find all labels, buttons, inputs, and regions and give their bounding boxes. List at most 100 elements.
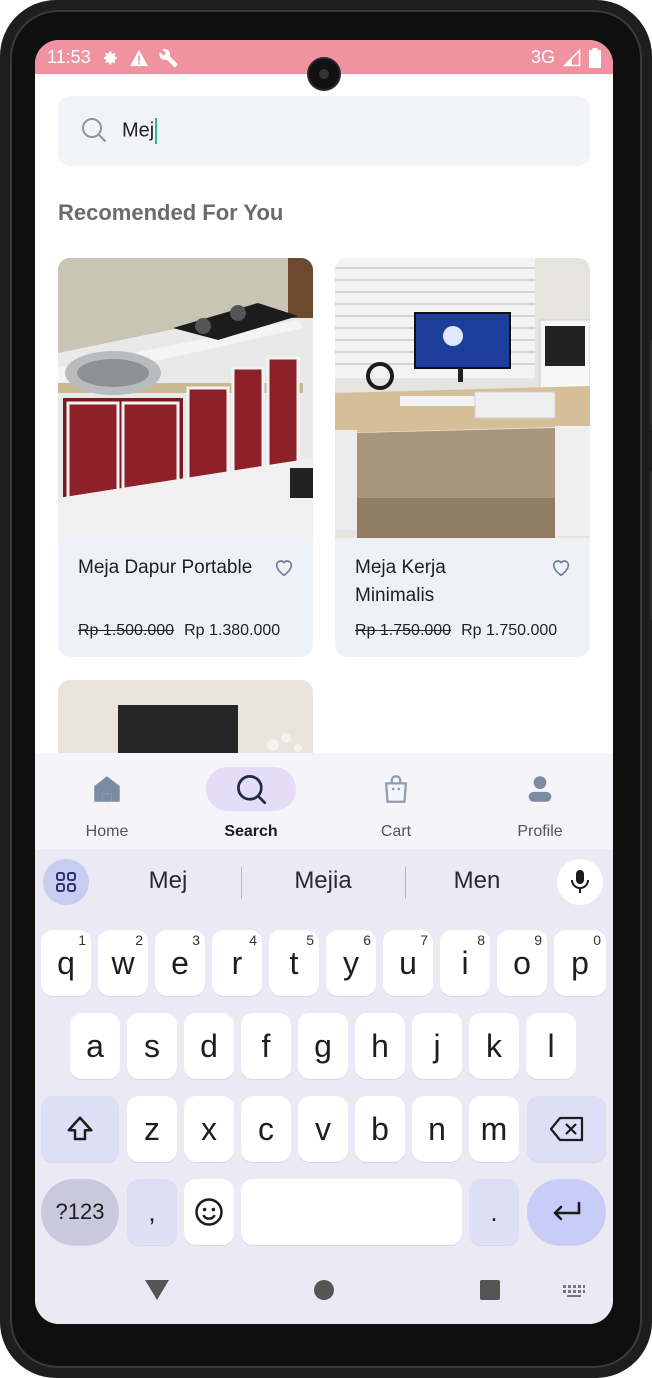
shopping-bag-icon bbox=[384, 775, 408, 803]
apps-grid-icon[interactable] bbox=[43, 859, 89, 905]
key-i[interactable]: i8 bbox=[440, 930, 490, 996]
search-text: Mej bbox=[122, 119, 155, 142]
search-icon bbox=[80, 116, 108, 149]
key-letter: t bbox=[289, 944, 299, 981]
sale-price: Rp 1.380.000 bbox=[184, 622, 281, 639]
product-name: Meja Dapur Portable bbox=[78, 557, 253, 578]
bottom-navigation: Home Search Cart Profile bbox=[35, 753, 613, 849]
person-icon bbox=[528, 776, 552, 802]
nav-profile[interactable]: Profile bbox=[480, 753, 600, 849]
heart-icon[interactable] bbox=[273, 556, 295, 583]
key-number-hint: 6 bbox=[363, 932, 371, 948]
key-letter: i bbox=[461, 944, 469, 981]
signal-icon bbox=[563, 48, 581, 66]
key-x[interactable]: x bbox=[184, 1096, 234, 1162]
recents-icon[interactable] bbox=[480, 1280, 500, 1300]
back-icon[interactable] bbox=[145, 1280, 169, 1300]
key-number-hint: 3 bbox=[192, 932, 200, 948]
key-t[interactable]: t5 bbox=[269, 930, 319, 996]
suggestion-3[interactable]: Men bbox=[407, 867, 547, 895]
app-screen: 11:53 3G Mej Recomended For You Meja Dap… bbox=[35, 40, 613, 1324]
key-g[interactable]: g bbox=[298, 1013, 348, 1079]
nav-cart-label: Cart bbox=[380, 823, 412, 840]
emoji-key[interactable] bbox=[184, 1179, 234, 1245]
key-f[interactable]: f bbox=[241, 1013, 291, 1079]
sale-price: Rp 1.750.000 bbox=[461, 622, 558, 639]
original-price: Rp 1.500.000 bbox=[78, 622, 175, 639]
suggestion-2[interactable]: Mejia bbox=[253, 867, 393, 895]
key-letter: q bbox=[57, 944, 75, 981]
product-name: Meja Kerja Minimalis bbox=[355, 557, 446, 606]
key-v[interactable]: v bbox=[298, 1096, 348, 1162]
product-image-work-desk bbox=[335, 258, 590, 538]
key-u[interactable]: u7 bbox=[383, 930, 433, 996]
key-z[interactable]: z bbox=[127, 1096, 177, 1162]
backspace-key[interactable] bbox=[527, 1096, 606, 1162]
key-r[interactable]: r4 bbox=[212, 930, 262, 996]
key-b[interactable]: b bbox=[355, 1096, 405, 1162]
key-l[interactable]: l bbox=[526, 1013, 576, 1079]
key-d[interactable]: d bbox=[184, 1013, 234, 1079]
nav-cart[interactable]: Cart bbox=[336, 753, 456, 849]
symbols-key[interactable]: ?123 bbox=[41, 1179, 119, 1245]
space-key[interactable] bbox=[241, 1179, 462, 1245]
shift-key[interactable] bbox=[41, 1096, 119, 1162]
home-circle-icon[interactable] bbox=[314, 1280, 334, 1300]
product-card[interactable]: Meja Dapur Portable Rp 1.500.000 Rp 1.380… bbox=[58, 258, 313, 657]
original-price: Rp 1.750.000 bbox=[355, 622, 452, 639]
keyboard-switch-icon[interactable] bbox=[562, 1284, 586, 1298]
enter-icon bbox=[553, 1201, 580, 1221]
shift-icon bbox=[67, 1116, 93, 1141]
product-prices: Rp 1.750.000 Rp 1.750.000 bbox=[355, 622, 557, 640]
suggestion-1[interactable]: Mej bbox=[98, 867, 238, 895]
key-number-hint: 1 bbox=[78, 932, 86, 948]
heart-icon[interactable] bbox=[550, 556, 572, 583]
key-letter: r bbox=[231, 944, 243, 981]
warning-icon bbox=[129, 49, 148, 66]
enter-key[interactable] bbox=[527, 1179, 606, 1245]
key-p[interactable]: p0 bbox=[554, 930, 606, 996]
key-y[interactable]: y6 bbox=[326, 930, 376, 996]
key-a[interactable]: a bbox=[70, 1013, 120, 1079]
key-number-hint: 5 bbox=[306, 932, 314, 948]
nav-home[interactable]: Home bbox=[47, 753, 167, 849]
key-m[interactable]: m bbox=[469, 1096, 519, 1162]
status-time: 11:53 bbox=[47, 47, 91, 67]
key-o[interactable]: o9 bbox=[497, 930, 547, 996]
key-q[interactable]: q1 bbox=[41, 930, 91, 996]
key-number-hint: 4 bbox=[249, 932, 257, 948]
search-input[interactable]: Mej bbox=[58, 96, 590, 166]
key-e[interactable]: e3 bbox=[155, 930, 205, 996]
key-w[interactable]: w2 bbox=[98, 930, 148, 996]
key-letter: u bbox=[399, 944, 417, 981]
key-c[interactable]: c bbox=[241, 1096, 291, 1162]
system-navigation-bar bbox=[35, 1259, 613, 1324]
key-letter: y bbox=[343, 944, 359, 981]
key-number-hint: 2 bbox=[135, 932, 143, 948]
suggestion-divider bbox=[241, 867, 242, 899]
comma-key[interactable]: , bbox=[127, 1179, 177, 1245]
nav-search[interactable]: Search bbox=[191, 753, 311, 849]
key-letter: p bbox=[571, 944, 589, 981]
key-letter: e bbox=[171, 944, 189, 981]
search-icon bbox=[237, 775, 267, 805]
key-j[interactable]: j bbox=[412, 1013, 462, 1079]
text-cursor bbox=[155, 118, 158, 144]
key-s[interactable]: s bbox=[127, 1013, 177, 1079]
key-n[interactable]: n bbox=[412, 1096, 462, 1162]
nav-home-label: Home bbox=[85, 823, 129, 840]
key-k[interactable]: k bbox=[469, 1013, 519, 1079]
nav-profile-label: Profile bbox=[517, 823, 563, 840]
nav-search-label: Search bbox=[224, 823, 278, 840]
network-type: 3G bbox=[530, 47, 555, 67]
microphone-icon[interactable] bbox=[557, 859, 603, 905]
settings-icon bbox=[103, 50, 117, 64]
key-h[interactable]: h bbox=[355, 1013, 405, 1079]
product-card[interactable]: Meja Kerja Minimalis Rp 1.750.000 Rp 1.75… bbox=[335, 258, 590, 657]
period-key[interactable]: . bbox=[469, 1179, 519, 1245]
section-title: Recomended For You bbox=[58, 200, 284, 225]
soft-keyboard: Mej Mejia Men q1 w2 e3 r4 t5 y6 u7 i8 o9… bbox=[35, 849, 613, 1259]
backspace-icon bbox=[549, 1116, 583, 1142]
front-camera bbox=[307, 57, 341, 91]
home-icon bbox=[94, 776, 120, 802]
